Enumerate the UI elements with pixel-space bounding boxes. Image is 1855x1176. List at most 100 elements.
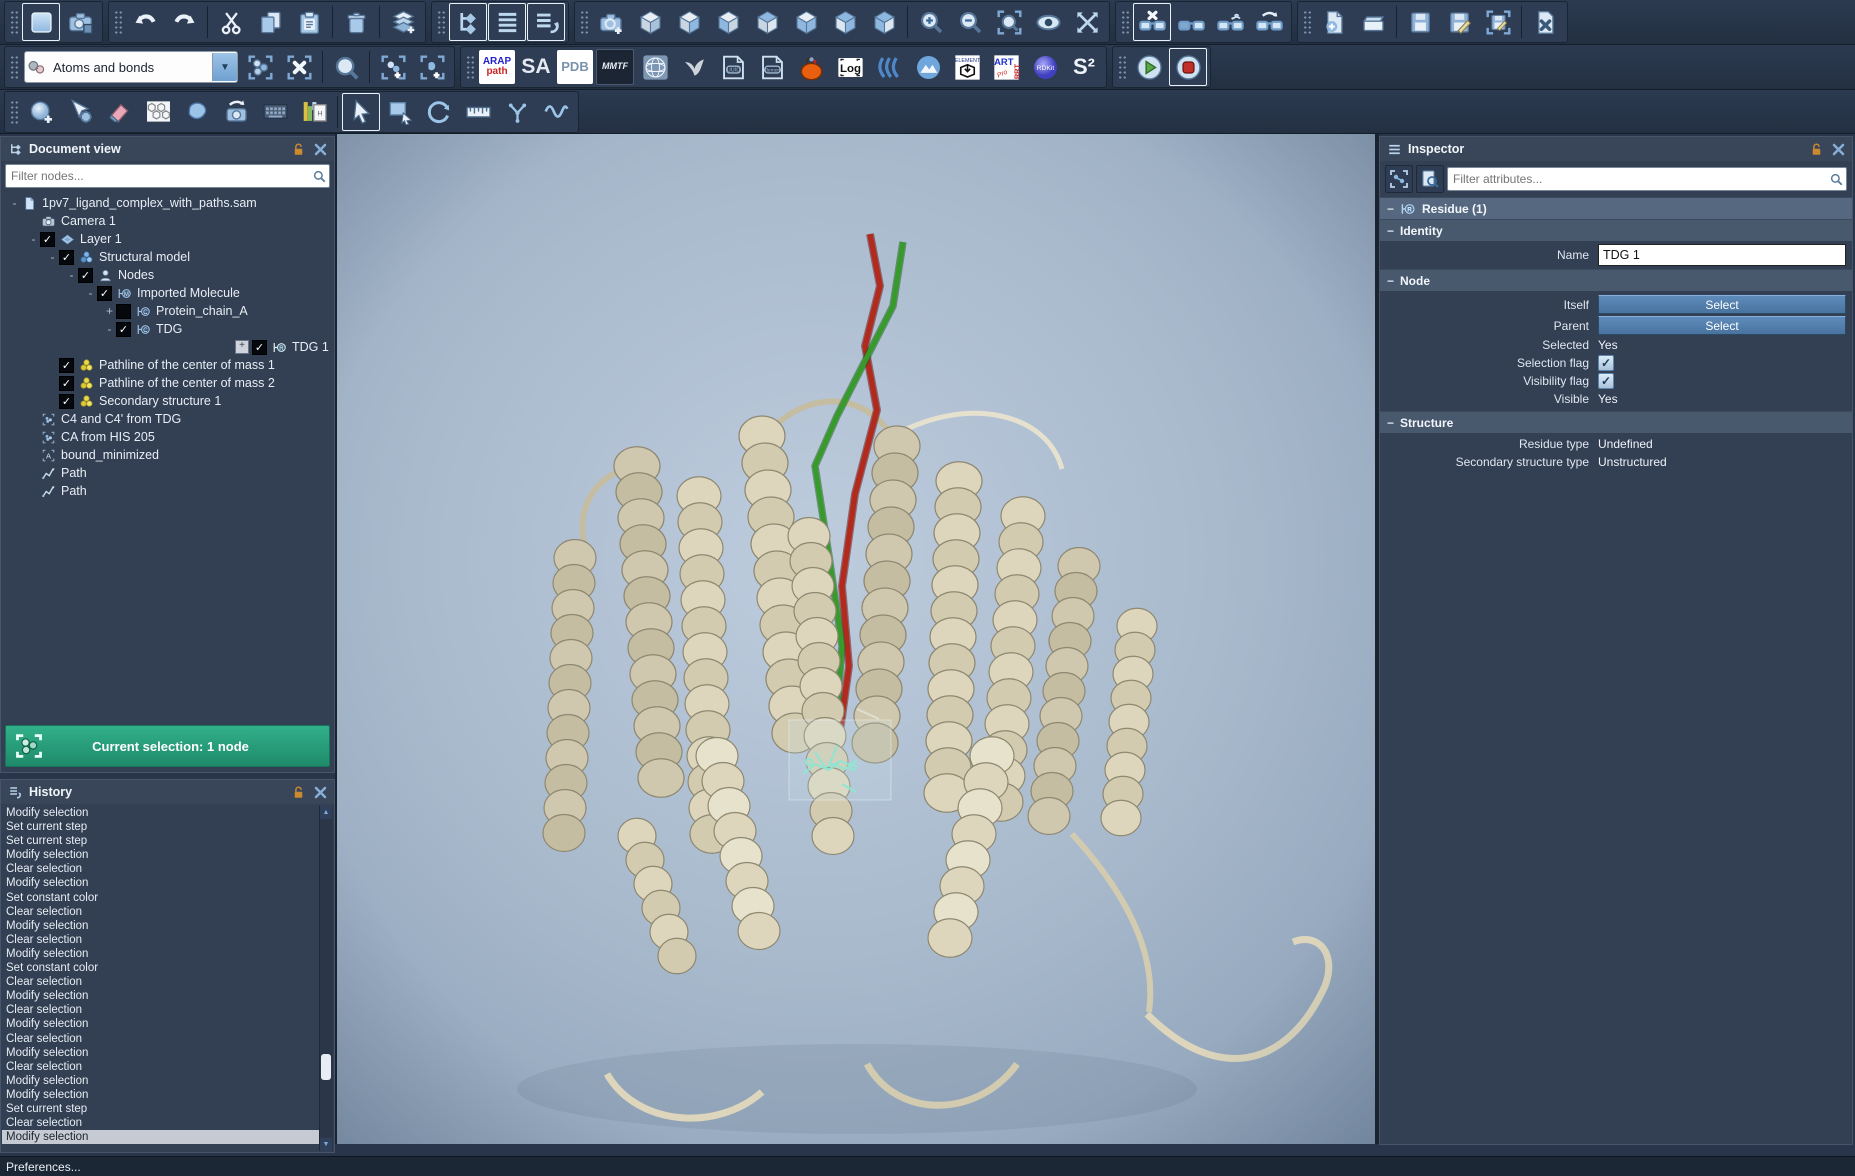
open-document-button[interactable] <box>1354 3 1392 41</box>
expander[interactable]: - <box>103 322 116 336</box>
history-item[interactable]: Modify selection <box>2 1046 320 1060</box>
section-identity[interactable]: − Identity <box>1380 219 1852 241</box>
add-camera-button[interactable] <box>592 3 630 41</box>
tree-item-path[interactable]: Path <box>2 464 333 482</box>
scrollbar-thumb[interactable] <box>321 1054 331 1080</box>
tree-item-structural-model[interactable]: -✓Structural model <box>2 248 333 266</box>
cut-button[interactable] <box>212 3 250 41</box>
show-hide-button[interactable] <box>1029 3 1067 41</box>
toolbar-grip[interactable] <box>436 9 445 35</box>
app-rdkit[interactable]: RDKit <box>1026 48 1064 86</box>
toolbar-grip[interactable] <box>113 9 122 35</box>
expander[interactable]: - <box>46 250 59 264</box>
section-node[interactable]: − Node <box>1380 269 1852 291</box>
visibility-checkbox[interactable]: ✓ <box>59 358 74 373</box>
zoom-in-button[interactable] <box>912 3 950 41</box>
tree-item-pathline-of-the-center-of-mass-1[interactable]: ✓Pathline of the center of mass 1 <box>2 356 333 374</box>
app-creature[interactable] <box>792 48 830 86</box>
tree-item-camera-1[interactable]: Camera 1 <box>2 212 333 230</box>
toolbar-grip[interactable] <box>9 54 18 80</box>
history-item[interactable]: Clear selection <box>2 1032 320 1046</box>
history-item[interactable]: Modify selection <box>2 1088 320 1102</box>
toolbar-grip[interactable] <box>9 99 18 125</box>
fullscreen-button[interactable] <box>1068 3 1106 41</box>
new-document-button[interactable] <box>1315 3 1353 41</box>
snapshot-button[interactable] <box>61 3 99 41</box>
history-item[interactable]: Set current step <box>2 820 320 834</box>
select-visual-preset-button[interactable] <box>241 48 279 86</box>
rotate-tool[interactable] <box>420 93 458 131</box>
expander[interactable]: - <box>27 232 40 246</box>
viewport-color-button[interactable] <box>22 3 60 41</box>
history-item[interactable]: Clear selection <box>2 975 320 989</box>
undo-button[interactable] <box>126 3 164 41</box>
close-icon[interactable] <box>312 141 328 157</box>
camera-rotate-tool[interactable] <box>217 93 255 131</box>
tree-item-c4-and-c4-from-tdg[interactable]: C4 and C4' from TDG <box>2 410 333 428</box>
parent-select-button[interactable]: Select <box>1598 316 1846 335</box>
toolbar-grip[interactable] <box>465 54 474 80</box>
preferences-link[interactable]: Preferences... <box>6 1160 81 1174</box>
app-log[interactable]: Log <box>831 48 869 86</box>
edit-tool[interactable] <box>61 93 99 131</box>
history-item[interactable]: Modify selection <box>2 876 320 890</box>
copy-button[interactable] <box>251 3 289 41</box>
tree-item-pathline-of-the-center-of-mass-2[interactable]: ✓Pathline of the center of mass 2 <box>2 374 333 392</box>
history-item[interactable]: Clear selection <box>2 905 320 919</box>
list-view-toggle[interactable] <box>488 3 526 41</box>
app-sa[interactable]: SA <box>517 48 555 86</box>
tree-item-path[interactable]: Path <box>2 482 333 500</box>
app-mesh-sphere[interactable] <box>636 48 674 86</box>
chevron-down-icon[interactable]: ▼ <box>212 53 237 81</box>
tree-item-tdg-1[interactable]: +✓RTDG 1 <box>2 338 333 356</box>
stereo-rotate-button[interactable] <box>1250 3 1288 41</box>
measure-tool[interactable] <box>459 93 497 131</box>
visibility-checkbox[interactable]: ✓ <box>59 394 74 409</box>
record-button[interactable] <box>1169 48 1207 86</box>
scroll-down-arrow[interactable]: ▼ <box>320 1138 332 1151</box>
toolbar-grip[interactable] <box>579 9 588 35</box>
save-as-button[interactable] <box>1440 3 1478 41</box>
expander[interactable]: + <box>103 304 116 318</box>
tree-item-secondary-structure-1[interactable]: ✓Secondary structure 1 <box>2 392 333 410</box>
toolbar-grip[interactable] <box>1120 9 1129 35</box>
nanotube-tool[interactable] <box>139 93 177 131</box>
history-item[interactable]: Modify selection <box>2 989 320 1003</box>
expander[interactable]: - <box>8 196 21 210</box>
tree-item-nodes[interactable]: -✓Nodes <box>2 266 333 284</box>
find-button[interactable] <box>327 48 365 86</box>
viewport-3d[interactable] <box>337 134 1375 1144</box>
view-cube-front[interactable] <box>670 3 708 41</box>
save-button[interactable] <box>1401 3 1439 41</box>
visibility-checkbox[interactable]: ✓ <box>59 250 74 265</box>
filter-attributes-input[interactable] <box>1448 172 1826 186</box>
twist-tool[interactable] <box>537 93 575 131</box>
visibility-checkbox[interactable]: ✓ <box>97 286 112 301</box>
history-item[interactable]: Set constant color <box>2 891 320 905</box>
erase-tool[interactable] <box>100 93 138 131</box>
stereo-off-button[interactable] <box>1133 3 1171 41</box>
history-item[interactable]: Modify selection <box>2 1017 320 1031</box>
visual-preset-combo[interactable]: Atoms and bonds▼ <box>24 51 238 83</box>
periodic-table[interactable]: H <box>295 93 333 131</box>
history-item[interactable]: Clear selection <box>2 933 320 947</box>
document-view-toggle[interactable] <box>449 3 487 41</box>
view-cube-right[interactable] <box>865 3 903 41</box>
tree-item-ca-from-his-205[interactable]: CA from HIS 205 <box>2 428 333 446</box>
expander[interactable]: - <box>84 286 97 300</box>
expander-box[interactable]: + <box>235 340 249 354</box>
visibility-checkbox[interactable]: ✓ <box>40 232 55 247</box>
visibility-checkbox[interactable]: ✓ <box>78 268 93 283</box>
inspect-document-button[interactable] <box>1416 165 1444 193</box>
lock-icon[interactable] <box>290 784 306 800</box>
visibility-checkbox[interactable]: ✓ <box>252 340 267 355</box>
redo-button[interactable] <box>165 3 203 41</box>
app-mountain[interactable] <box>909 48 947 86</box>
visibility-checkbox[interactable]: ✓ <box>59 376 74 391</box>
history-item[interactable]: Clear selection <box>2 1060 320 1074</box>
history-item[interactable]: Clear selection <box>2 1003 320 1017</box>
history-item[interactable]: Modify selection <box>2 848 320 862</box>
add-visual-model2-button[interactable] <box>413 48 451 86</box>
select-tool[interactable] <box>342 93 380 131</box>
visibility-checkbox[interactable]: ✓ <box>116 322 131 337</box>
